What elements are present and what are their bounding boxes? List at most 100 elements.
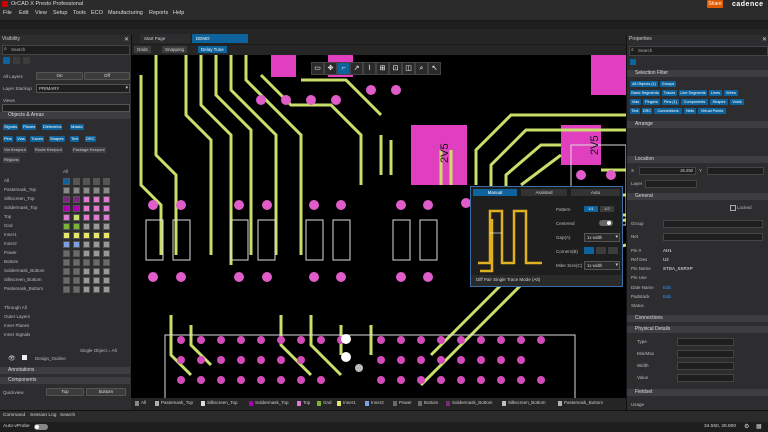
pattern-option-1-2[interactable]: 1/2 (600, 206, 614, 212)
group-field[interactable] (663, 220, 763, 228)
layer-color-swatch[interactable] (73, 205, 80, 212)
tab-search[interactable]: Search (60, 413, 75, 418)
layer-color-swatch[interactable] (63, 268, 70, 275)
views-select[interactable] (2, 104, 130, 112)
menu-view[interactable]: View (35, 10, 47, 16)
layer-color-swatch[interactable] (73, 187, 80, 194)
layer-color-swatch[interactable] (83, 268, 90, 275)
layer-color-swatch[interactable] (93, 187, 100, 194)
fanout-icon[interactable]: ⊞ (376, 62, 389, 75)
centered-toggle[interactable] (599, 220, 613, 226)
tab-session-log[interactable]: Session Log (30, 413, 56, 418)
menu-tools[interactable]: Tools (73, 10, 86, 16)
filter-chip[interactable]: Shapes (710, 99, 728, 105)
fieldset-header[interactable]: Fieldset (627, 389, 768, 396)
menu-setup[interactable]: Setup (53, 10, 67, 16)
layer-color-swatch[interactable] (103, 178, 110, 185)
layer-color-swatch[interactable] (83, 214, 90, 221)
layer-color-swatch[interactable] (103, 205, 110, 212)
chip-signals[interactable]: Signals (3, 124, 19, 130)
tab-assisted[interactable]: Assisted (521, 189, 567, 196)
layer-tab[interactable]: Soldermask_Top (255, 400, 289, 405)
layer-color-swatch[interactable] (93, 223, 100, 230)
layer-color-swatch[interactable] (63, 286, 70, 293)
filter-chip[interactable]: Connections (654, 108, 682, 114)
layer-color-swatch[interactable] (73, 268, 80, 275)
eye-icon[interactable]: 👁 (8, 355, 16, 362)
filter-chip[interactable]: Vias (630, 99, 641, 105)
layer-color-swatch[interactable] (93, 277, 100, 284)
layer-color-swatch[interactable] (63, 241, 70, 248)
layer-color-swatch[interactable] (83, 196, 90, 203)
zoom-icon[interactable]: ⌕ (415, 62, 428, 75)
layer-color-swatch[interactable] (83, 187, 90, 194)
menu-manufacturing[interactable]: Manufacturing (108, 10, 143, 16)
chip-route-keepout[interactable]: Route Keepout (34, 147, 63, 153)
layer-color-swatch[interactable] (103, 286, 110, 293)
chip-vias[interactable]: Vias (16, 136, 26, 142)
layer-color-swatch[interactable] (83, 205, 90, 212)
layer-tab[interactable]: Silkscreen_Top (207, 400, 238, 405)
chip-regions[interactable]: Regions (3, 157, 20, 163)
chip-masks[interactable]: Masks (70, 124, 84, 130)
autovprobe-toggle[interactable] (34, 424, 48, 430)
layer-color-swatch[interactable] (93, 268, 100, 275)
layer-tab[interactable]: Bottom (424, 400, 438, 405)
layer-color-swatch[interactable] (73, 259, 80, 266)
layer-color-swatch[interactable] (63, 232, 70, 239)
annotations-section-header[interactable]: Annotations (0, 367, 130, 374)
chip-drc[interactable]: DRC (85, 136, 96, 142)
value-field[interactable] (677, 374, 734, 382)
filter-chip[interactable]: All Objects (1) (630, 81, 658, 87)
filter-chip[interactable]: Pins (1) (662, 99, 679, 105)
arrange-header[interactable]: Arrange (627, 121, 768, 128)
layer-color-swatch[interactable] (73, 232, 80, 239)
layer-color-swatch[interactable] (73, 250, 80, 257)
filter-icon[interactable] (630, 59, 636, 65)
layer-color-swatch[interactable] (63, 277, 70, 284)
layer-tab[interactable]: Pastemask_Top (161, 400, 193, 405)
menu-reports[interactable]: Reports (149, 10, 168, 16)
layer-color-swatch[interactable] (83, 250, 90, 257)
chip-traces[interactable]: Traces (30, 136, 45, 142)
connections-header[interactable]: Connections (627, 315, 768, 322)
layer-color-swatch[interactable] (83, 259, 90, 266)
chip-package-keepout[interactable]: Package Keepout (72, 147, 106, 153)
layer-color-swatch[interactable] (93, 259, 100, 266)
search-box[interactable]: ⌕ Search (629, 46, 768, 56)
net-field[interactable] (663, 233, 763, 241)
tab-manual[interactable]: Manual (473, 189, 517, 196)
physical-header[interactable]: Physical Details (627, 326, 768, 333)
share-button[interactable]: Share (707, 0, 723, 8)
menu-edit[interactable]: Edit (19, 10, 28, 16)
tab-grids[interactable]: Grids (134, 46, 151, 53)
layer-color-swatch[interactable] (83, 223, 90, 230)
layer-color-swatch[interactable] (93, 214, 100, 221)
via-icon[interactable]: ⊡ (389, 62, 402, 75)
menu-eco[interactable]: ECO (91, 10, 103, 16)
search-input[interactable]: Search (11, 47, 25, 52)
layer-color-swatch[interactable] (63, 205, 70, 212)
layer-tab[interactable]: Power (399, 400, 412, 405)
location-header[interactable]: Location (627, 156, 768, 163)
layer-color-swatch[interactable] (73, 178, 80, 185)
eye-icon[interactable] (3, 57, 10, 64)
type-field[interactable] (677, 338, 734, 346)
layer-color-swatch[interactable] (103, 259, 110, 266)
layer-color-swatch[interactable] (93, 286, 100, 293)
filter-chip[interactable]: DRC (642, 108, 652, 114)
layer-stackup-select[interactable]: PRIMARY ▾ (36, 84, 130, 93)
layers-icon[interactable] (13, 57, 20, 64)
chip-planes[interactable]: Planes (22, 124, 37, 130)
move-icon[interactable]: ✥ (324, 62, 337, 75)
layer-tab[interactable]: All (141, 400, 146, 405)
layer-color-swatch[interactable] (73, 241, 80, 248)
layer-color-swatch[interactable] (93, 241, 100, 248)
y-field[interactable] (707, 167, 764, 175)
route-icon[interactable]: ⌐ (337, 62, 350, 75)
monitor-icon[interactable] (23, 57, 30, 64)
layer-color-swatch[interactable] (63, 196, 70, 203)
tune-icon[interactable]: ⌇ (363, 62, 376, 75)
layer-color-swatch[interactable] (83, 286, 90, 293)
corner-miter-option[interactable] (596, 247, 606, 254)
